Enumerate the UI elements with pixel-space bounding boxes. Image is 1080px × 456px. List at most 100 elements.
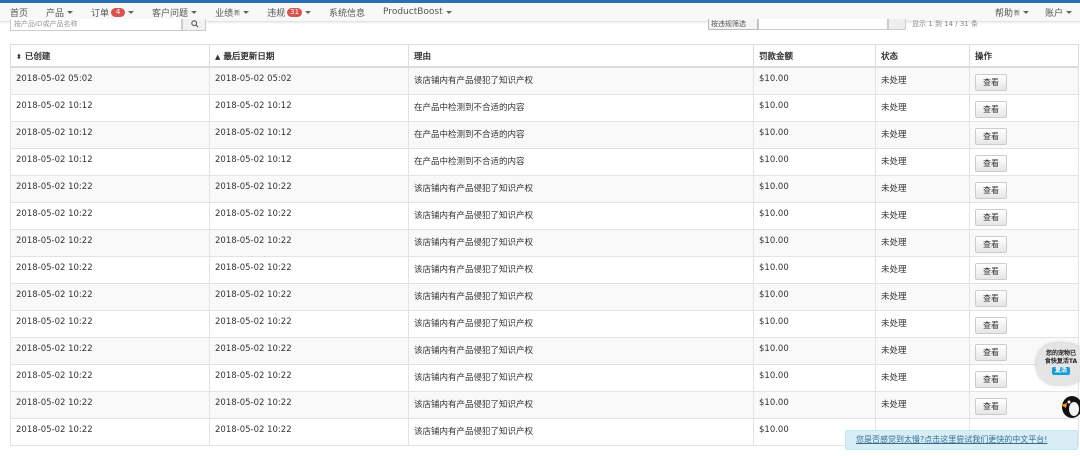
product-search-input[interactable]: 按产品ID或产品名称 [10, 19, 182, 31]
sort-asc-icon: ▲ [215, 52, 221, 61]
cell-status: 未处理 [875, 201, 970, 230]
count-badge: 31 [287, 7, 303, 17]
nav-item-label: 账户 [1044, 8, 1063, 19]
nav-item-3[interactable]: 客户问题 [152, 6, 198, 19]
cell-fine: $10.00 [753, 390, 876, 419]
cell-reason: 该店铺内有产品侵犯了知识产权 [408, 282, 754, 311]
search-icon [191, 20, 199, 28]
view-button[interactable]: 查看 [975, 289, 1007, 307]
cell-action: 查看 [969, 201, 1079, 230]
sort-both-icon: ⬍ [16, 52, 22, 61]
cell-action: 查看 [969, 228, 1079, 257]
cell-created: 2018-05-02 10:22 [10, 282, 210, 311]
column-header-updated[interactable]: ▲ 最后更新日期 [209, 44, 409, 68]
filter-apply-button[interactable] [888, 19, 906, 30]
column-header-action: 操作 [969, 44, 1079, 68]
cell-created: 2018-05-02 10:22 [10, 255, 210, 284]
cell-updated: 2018-05-02 10:12 [209, 120, 409, 149]
cell-fine: $10.00 [753, 120, 876, 149]
caret-down-icon [67, 10, 74, 14]
nav-item-1[interactable]: 产品 [46, 6, 74, 19]
cell-reason: 在产品中检测到不合适的内容 [408, 93, 754, 122]
table-row: 2018-05-02 10:22 2018-05-02 10:22 该店铺内有产品侵… [10, 309, 1079, 338]
nav-right-item-0[interactable]: 帮助新 [995, 6, 1029, 19]
cell-reason: 该店铺内有产品侵犯了知识产权 [408, 174, 754, 203]
cell-action: 查看 [969, 174, 1079, 203]
view-button[interactable]: 查看 [975, 370, 1007, 388]
revive-tag[interactable]: 复活 [1051, 367, 1070, 375]
cell-fine: $10.00 [753, 66, 876, 95]
cell-status: 未处理 [875, 93, 970, 122]
nav-item-label: ProductBoost [383, 7, 443, 17]
nav-item-2[interactable]: 订单 4 [91, 6, 135, 19]
cell-action: 查看 [969, 282, 1079, 311]
view-button[interactable]: 查看 [975, 235, 1007, 253]
cell-fine: $10.00 [753, 201, 876, 230]
caret-down-icon [305, 10, 312, 14]
cell-updated: 2018-05-02 10:22 [209, 174, 409, 203]
view-button[interactable]: 查看 [975, 100, 1007, 118]
cell-created: 2018-05-02 10:22 [10, 174, 210, 203]
nav-item-label: 系统信息 [329, 8, 366, 19]
cell-updated: 2018-05-02 10:22 [209, 363, 409, 392]
view-button[interactable]: 查看 [975, 343, 1007, 361]
view-button[interactable]: 查看 [975, 262, 1007, 280]
view-button[interactable]: 查看 [975, 181, 1007, 199]
search-button[interactable] [182, 19, 206, 31]
new-superscript: 新 [234, 9, 241, 17]
cell-reason: 该店铺内有产品侵犯了知识产权 [408, 255, 754, 284]
cell-status: 未处理 [875, 228, 970, 257]
cell-status: 未处理 [875, 66, 970, 95]
table-row: 2018-05-02 10:22 2018-05-02 10:22 该店铺内有产品侵… [10, 363, 1079, 392]
cell-status: 未处理 [875, 174, 970, 203]
view-button[interactable]: 查看 [975, 74, 1007, 91]
nav-item-6[interactable]: 系统信息 [329, 6, 365, 19]
column-header-status: 状态 [875, 44, 970, 68]
penguin-mascot-icon[interactable] [1058, 393, 1080, 419]
table-row: 2018-05-02 10:12 2018-05-02 10:12 在产品中检测到不… [10, 147, 1079, 176]
caret-down-icon [445, 10, 452, 14]
cell-reason: 在产品中检测到不合适的内容 [408, 120, 754, 149]
cell-updated: 2018-05-02 10:22 [209, 390, 409, 419]
view-button[interactable]: 查看 [975, 127, 1007, 145]
view-button[interactable]: 查看 [975, 397, 1007, 415]
pet-reminder-bubble[interactable]: 您的宠物已 食快复活TA 复活 [1036, 343, 1080, 385]
nav-item-label: 帮助 [994, 8, 1013, 19]
nav-right-item-1[interactable]: 账户 [1045, 6, 1072, 19]
pagination-info: 显示 1 到 14 / 31 条 [912, 20, 978, 28]
nav-item-5[interactable]: 违规 31 [267, 6, 312, 19]
cell-action: 查看 [969, 255, 1079, 284]
cell-created: 2018-05-02 10:12 [10, 147, 210, 176]
faster-platform-promo-link[interactable]: 您是否感觉到太慢?点击这里尝试我们更快的中文平台! [845, 430, 1078, 450]
violation-filter-select[interactable]: 按违规筛选 [708, 19, 758, 30]
cell-reason: 该店铺内有产品侵犯了知识产权 [408, 66, 754, 95]
cell-reason: 该店铺内有产品侵犯了知识产权 [408, 336, 754, 365]
cell-status: 未处理 [875, 255, 970, 284]
nav-item-label: 产品 [46, 8, 65, 19]
nav-item-4[interactable]: 业绩新 [215, 6, 250, 19]
table-row: 2018-05-02 10:22 2018-05-02 10:22 该店铺内有产品侵… [10, 174, 1079, 203]
table-row: 2018-05-02 10:22 2018-05-02 10:22 该店铺内有产品侵… [10, 228, 1079, 257]
cell-status: 未处理 [875, 120, 970, 149]
nav-item-7[interactable]: ProductBoost [383, 7, 452, 17]
cell-reason: 该店铺内有产品侵犯了知识产权 [408, 417, 754, 446]
cell-fine: $10.00 [753, 282, 876, 311]
nav-item-0[interactable]: 首页 [10, 6, 28, 19]
cell-reason: 在产品中检测到不合适的内容 [408, 147, 754, 176]
view-button[interactable]: 查看 [975, 208, 1007, 226]
view-button[interactable]: 查看 [975, 316, 1007, 334]
view-button[interactable]: 查看 [975, 154, 1007, 172]
column-header-created[interactable]: ⬍ 已创建 [10, 44, 210, 68]
nav-item-label: 客户问题 [152, 8, 189, 19]
cell-created: 2018-05-02 10:12 [10, 120, 210, 149]
violations-table: ⬍ 已创建 ▲ 最后更新日期 理由 罚款金额 状态 操作 2018-05-02 05… [10, 44, 1079, 446]
cell-fine: $10.00 [753, 309, 876, 338]
cell-fine: $10.00 [753, 228, 876, 257]
nav-item-label: 业绩 [215, 8, 234, 19]
cell-created: 2018-05-02 10:22 [10, 201, 210, 230]
count-badge: 4 [111, 7, 126, 17]
cell-updated: 2018-05-02 10:22 [209, 417, 409, 446]
cell-updated: 2018-05-02 10:22 [209, 309, 409, 338]
filter-text-input[interactable] [758, 19, 888, 30]
cell-fine: $10.00 [753, 147, 876, 176]
